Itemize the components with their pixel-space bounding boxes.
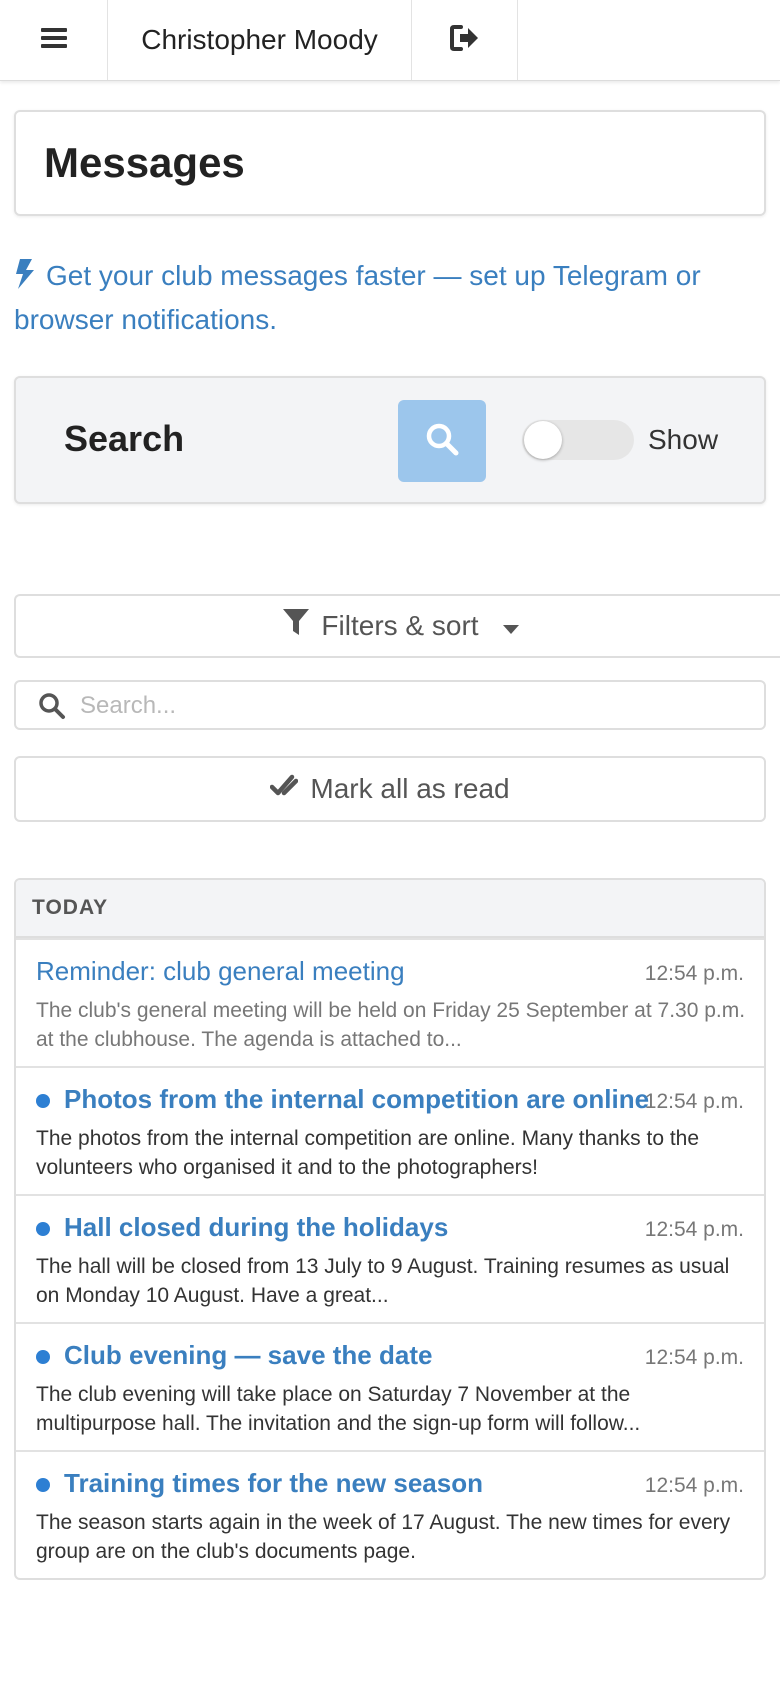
- message-item[interactable]: Training times for the new season 12:54 …: [16, 1450, 764, 1578]
- message-item[interactable]: Reminder: club general meeting 12:54 p.m…: [16, 938, 764, 1066]
- page-title: Messages: [44, 139, 245, 186]
- search-field: [14, 680, 766, 730]
- message-preview: The season starts again in the week of 1…: [36, 1511, 731, 1563]
- message-preview: The photos from the internal competition…: [36, 1127, 700, 1179]
- double-check-icon: [270, 773, 299, 806]
- mark-all-read-label: Mark all as read: [310, 773, 510, 804]
- top-navbar: Christopher Moody: [0, 0, 780, 81]
- unread-dot-icon: [36, 1350, 50, 1364]
- message-time: 12:54 p.m.: [644, 1218, 744, 1241]
- message-time: 12:54 p.m.: [644, 1474, 744, 1497]
- message-title[interactable]: Club evening — save the date: [64, 1340, 432, 1371]
- message-item[interactable]: Photos from the internal competition are…: [16, 1066, 764, 1194]
- toggle-knob: [524, 421, 562, 459]
- message-title[interactable]: Training times for the new season: [64, 1468, 483, 1499]
- user-name-button[interactable]: Christopher Moody: [108, 0, 412, 80]
- search-icon: [38, 692, 66, 725]
- search-panel: Search Show: [14, 376, 766, 504]
- list-section-header: TODAY: [16, 880, 764, 938]
- search-icon: [425, 422, 459, 461]
- message-time: 12:54 p.m.: [644, 1090, 744, 1113]
- filter-icon: [283, 608, 310, 644]
- notifications-setup-link[interactable]: Get your club messages faster — set up T…: [14, 256, 754, 340]
- menu-button[interactable]: [0, 0, 108, 80]
- unread-dot-icon: [36, 1094, 50, 1108]
- caret-down-icon: [502, 610, 519, 642]
- message-title[interactable]: Photos from the internal competition are…: [64, 1084, 649, 1115]
- message-preview: The club's general meeting will be held …: [36, 999, 746, 1051]
- message-item[interactable]: Hall closed during the holidays 12:54 p.…: [16, 1194, 764, 1322]
- message-time: 12:54 p.m.: [644, 962, 744, 985]
- message-list: TODAY Reminder: club general meeting 12:…: [14, 878, 766, 1580]
- bolt-icon: [14, 259, 36, 300]
- logout-button[interactable]: [412, 0, 518, 80]
- hamburger-menu-icon: [40, 27, 67, 54]
- unread-dot-icon: [36, 1478, 50, 1492]
- message-title[interactable]: Reminder: club general meeting: [36, 956, 405, 987]
- filters-sort-label: Filters & sort: [321, 610, 479, 641]
- mark-all-read-button[interactable]: Mark all as read: [14, 756, 766, 822]
- message-item[interactable]: Club evening — save the date 12:54 p.m. …: [16, 1322, 764, 1450]
- message-preview: The club evening will take place on Satu…: [36, 1383, 641, 1435]
- show-toggle[interactable]: [522, 420, 634, 460]
- sign-out-icon: [449, 24, 480, 56]
- search-panel-label: Search: [64, 418, 185, 459]
- message-title[interactable]: Hall closed during the holidays: [64, 1212, 448, 1243]
- page-title-card: Messages: [14, 110, 766, 216]
- search-input[interactable]: [78, 688, 752, 724]
- message-preview: The hall will be closed from 13 July to …: [36, 1255, 730, 1307]
- search-button[interactable]: [398, 400, 486, 482]
- unread-dot-icon: [36, 1222, 50, 1236]
- show-toggle-label: Show: [648, 424, 719, 455]
- filters-sort-button[interactable]: Filters & sort: [14, 594, 780, 658]
- notice-text: Get your club messages faster — set up T…: [14, 260, 701, 335]
- message-time: 12:54 p.m.: [644, 1346, 744, 1369]
